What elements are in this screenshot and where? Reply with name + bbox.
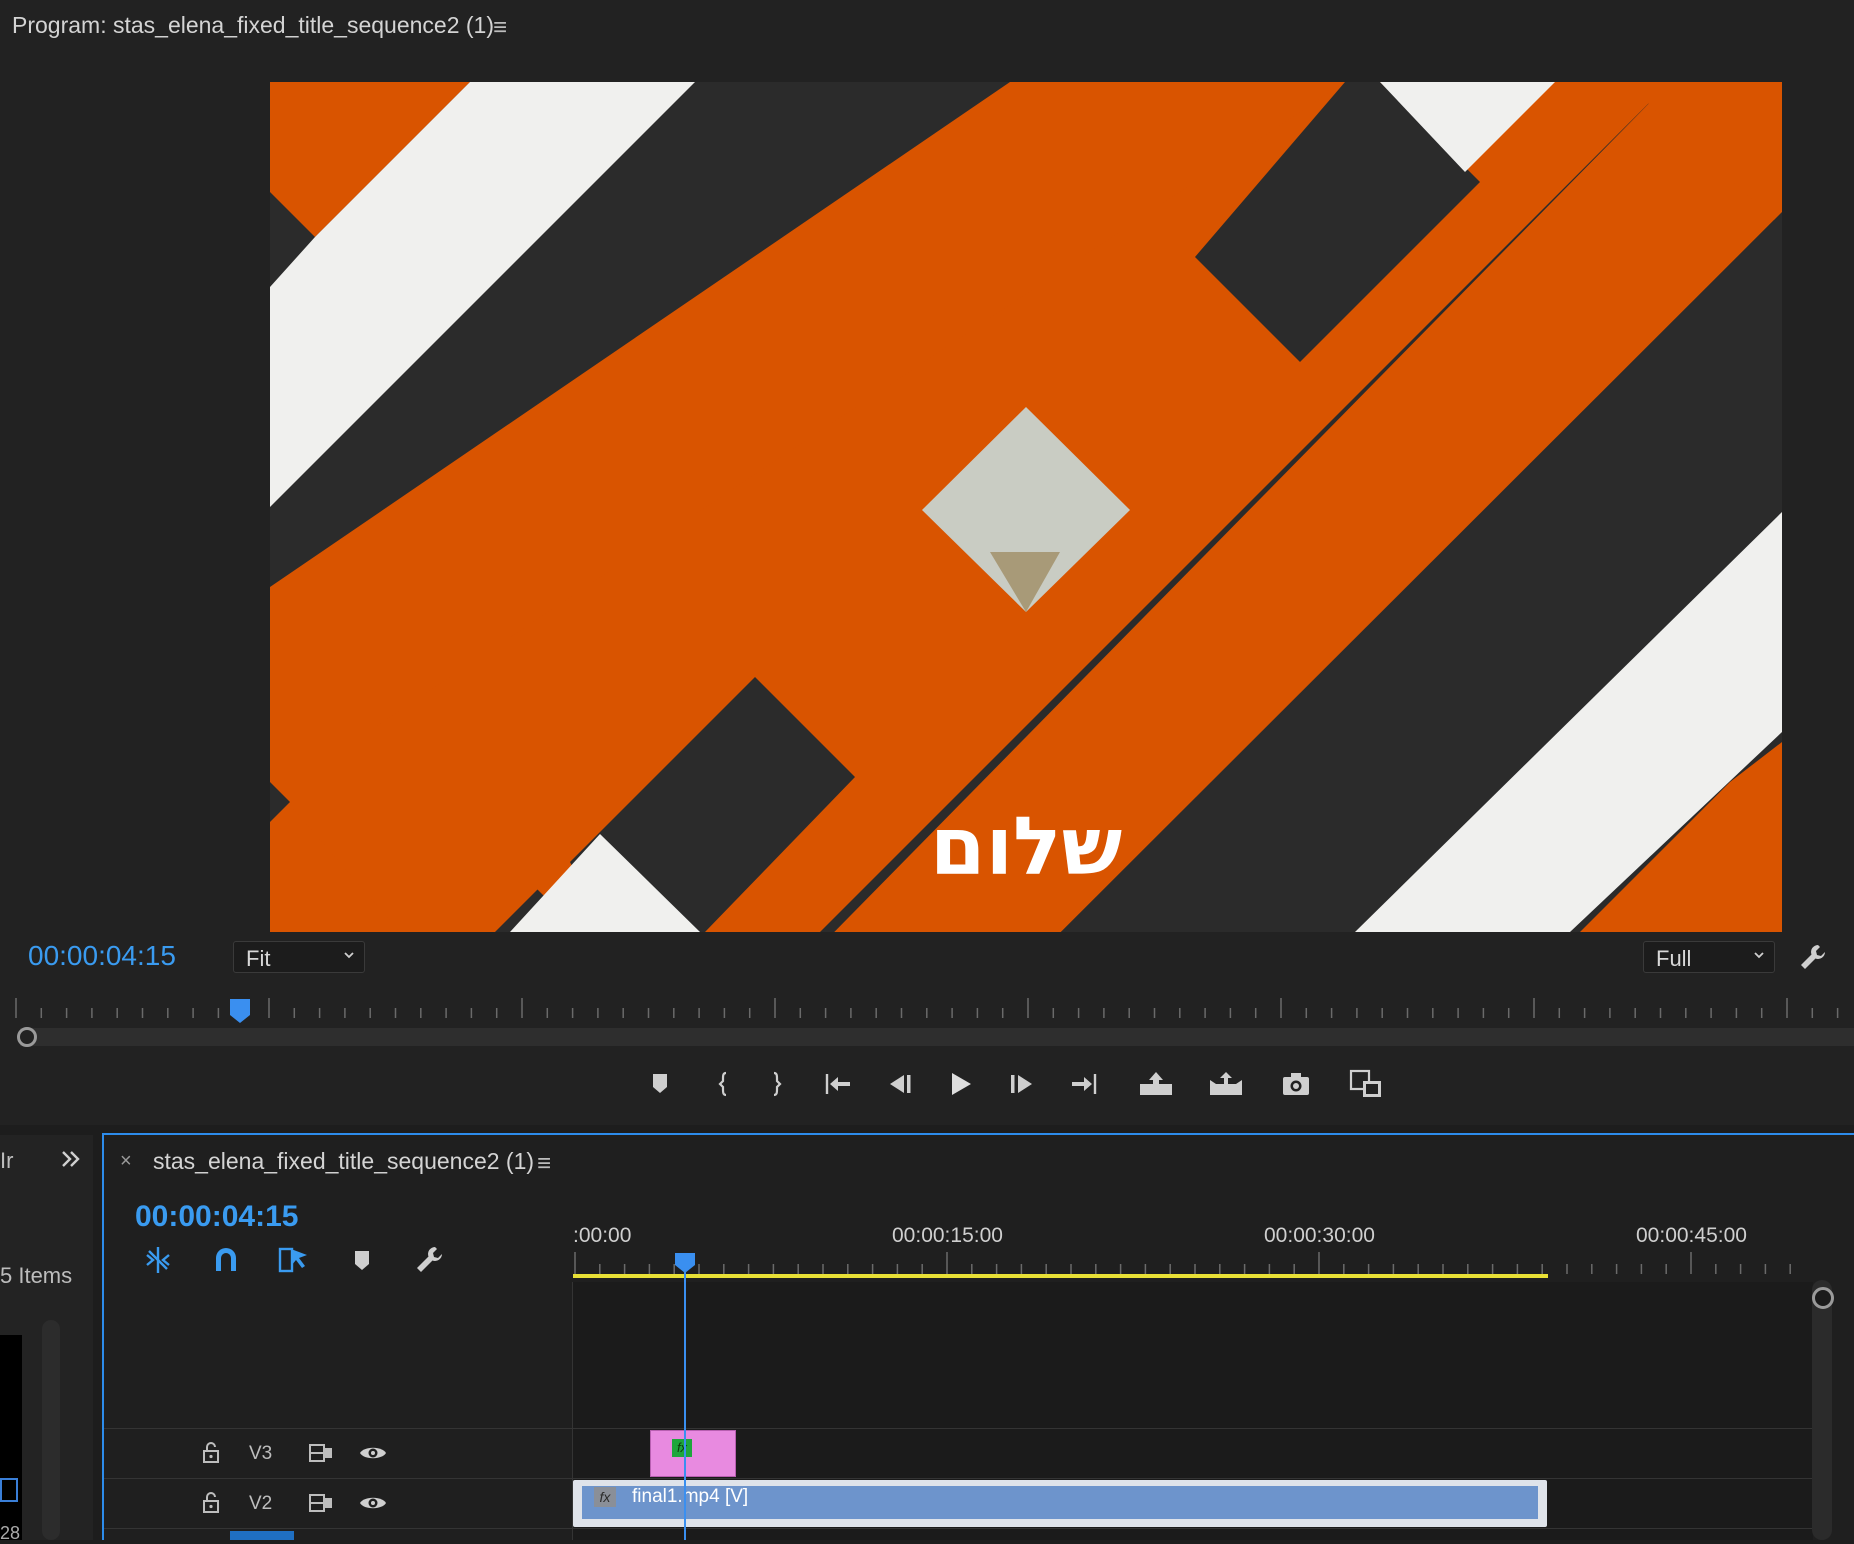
mark-in-icon (718, 1071, 727, 1097)
title-overlay-text: שלום (929, 800, 1123, 893)
track-sync-icon[interactable] (306, 1488, 340, 1518)
zoom-level-dropdown[interactable]: Fit (233, 941, 365, 973)
go-to-in-button[interactable] (818, 1064, 858, 1104)
close-icon[interactable]: × (120, 1150, 132, 1173)
program-playhead[interactable] (229, 998, 251, 1024)
track-sync-icon[interactable] (306, 1438, 340, 1468)
mark-out-button[interactable] (756, 1064, 796, 1104)
track-divider (104, 1478, 1812, 1479)
play-icon (952, 1073, 971, 1095)
ruler-label: :00:00 (573, 1224, 632, 1247)
magnet-snap-icon[interactable] (209, 1243, 243, 1277)
fx-badge: fx (672, 1439, 692, 1457)
marker-icon (653, 1074, 667, 1093)
clip-name: final1.mp4 [V] (632, 1486, 749, 1507)
chevron-down-icon (344, 952, 354, 959)
play-button[interactable] (940, 1064, 980, 1104)
ruler-label: 00:00:30:00 (1264, 1224, 1375, 1247)
mark-in-button[interactable] (704, 1064, 744, 1104)
double-chevron-right-icon[interactable] (60, 1148, 82, 1176)
lift-icon (1140, 1072, 1172, 1095)
lock-icon[interactable] (196, 1488, 230, 1518)
export-frame-button[interactable] (1276, 1064, 1316, 1104)
timeline-playhead-line[interactable] (684, 1268, 686, 1540)
extract-button[interactable] (1206, 1064, 1246, 1104)
track-divider (104, 1528, 1812, 1529)
lift-button[interactable] (1136, 1064, 1176, 1104)
scrollbar-handle[interactable] (1812, 1287, 1834, 1309)
go-to-in-icon (825, 1074, 850, 1094)
fx-badge: fx (594, 1487, 616, 1507)
ripple-snap-icon[interactable] (141, 1243, 175, 1277)
chevron-down-icon (1754, 952, 1764, 959)
wrench-icon[interactable] (1798, 942, 1828, 972)
timeline-playhead[interactable] (673, 1251, 697, 1275)
hamburger-icon[interactable]: ≡ (537, 1150, 551, 1178)
sequence-tab-title[interactable]: stas_elena_fixed_title_sequence2 (1) (153, 1148, 534, 1175)
comparison-view-icon (1349, 1069, 1381, 1097)
comparison-view-button[interactable] (1346, 1064, 1386, 1104)
go-to-out-icon (1072, 1074, 1097, 1094)
playback-resolution-value: Full (1656, 946, 1692, 971)
track-label-v2[interactable]: V2 (249, 1493, 272, 1515)
program-zoom-scrollbar[interactable] (20, 1028, 1854, 1046)
scrollbar-handle[interactable] (17, 1027, 37, 1047)
mark-out-icon (773, 1071, 782, 1097)
step-forward-icon (1011, 1075, 1032, 1093)
items-count: 5 Items (0, 1263, 73, 1288)
left-panel-value: 28 (0, 1523, 21, 1543)
eye-icon[interactable] (358, 1488, 392, 1518)
add-marker-button[interactable] (640, 1064, 680, 1104)
eye-icon[interactable] (358, 1438, 392, 1468)
clip-thumbnail[interactable] (0, 1335, 22, 1540)
project-scrollbar[interactable] (42, 1320, 60, 1540)
hamburger-icon[interactable]: ≡ (493, 14, 507, 42)
extract-icon (1210, 1072, 1242, 1095)
lock-icon[interactable] (196, 1438, 230, 1468)
program-monitor-title[interactable]: Program: stas_elena_fixed_title_sequence… (12, 12, 494, 39)
playback-resolution-dropdown[interactable]: Full (1643, 941, 1775, 973)
marker-icon[interactable] (345, 1243, 379, 1277)
project-panel-tab[interactable]: Ir (0, 1148, 13, 1174)
step-back-button[interactable] (880, 1064, 920, 1104)
ruler-label: 00:00:15:00 (892, 1224, 1003, 1247)
timeline-vertical-scrollbar[interactable] (1812, 1280, 1832, 1540)
video-preview: שלום (270, 82, 1782, 932)
work-area-bar[interactable] (573, 1274, 1548, 1278)
camera-icon (1283, 1073, 1309, 1095)
linked-selection-icon[interactable] (277, 1243, 311, 1277)
bin-icon[interactable] (0, 1478, 18, 1502)
zoom-level-value: Fit (246, 946, 271, 971)
go-to-out-button[interactable] (1064, 1064, 1104, 1104)
track-label-v3[interactable]: V3 (249, 1443, 272, 1465)
timeline-timecode[interactable]: 00:00:04:15 (135, 1200, 298, 1234)
selection-indicator (230, 1531, 294, 1540)
step-forward-button[interactable] (1002, 1064, 1042, 1104)
step-back-icon (890, 1075, 911, 1093)
graphic-clip-v3[interactable] (650, 1430, 736, 1477)
program-time-ruler[interactable] (14, 996, 1854, 1026)
program-timecode[interactable]: 00:00:04:15 (28, 940, 176, 972)
wrench-icon[interactable] (413, 1243, 447, 1277)
ruler-label: 00:00:45:00 (1636, 1224, 1747, 1247)
track-divider (104, 1428, 1812, 1429)
